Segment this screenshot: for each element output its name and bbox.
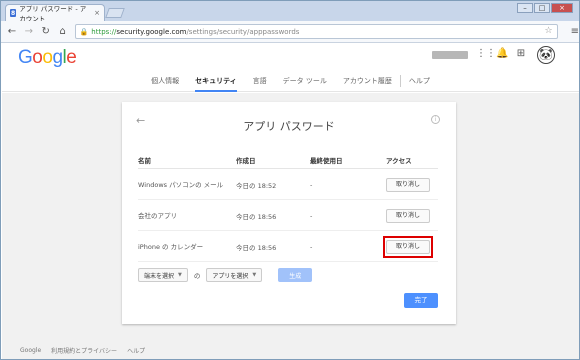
tab-strip: 8 アプリ パスワード - アカウント × – □ × (1, 1, 579, 23)
column-created: 作成日 (236, 157, 256, 165)
dropdown-caret-icon: ▼ (178, 272, 182, 278)
row-name: Windows パソコンの メール (138, 181, 224, 189)
generate-controls: 端末を選択 ▼ の アプリを選択 ▼ 生成 (138, 268, 313, 282)
row-name: iPhone の カレンダー (138, 243, 204, 251)
nav-help[interactable]: ヘルプ (401, 74, 438, 92)
header-icons: ⋮⋮ 🔔 ⊞ (476, 48, 526, 59)
row-created: 今日の 18:56 (236, 213, 277, 221)
window-close-icon[interactable]: × (551, 3, 573, 13)
nav-security[interactable]: セキュリティ (187, 74, 245, 92)
footer-google[interactable]: Google (20, 347, 41, 354)
google-logo[interactable]: Google (18, 47, 77, 69)
card-title: アプリ パスワード (243, 120, 335, 133)
row-name: 会社のアプリ (138, 212, 177, 220)
main-content: ← アプリ パスワード i 名前 作成日 最終使用日 アクセス Windows … (2, 93, 579, 341)
column-last-used: 最終使用日 (310, 157, 343, 165)
browser-tab[interactable]: 8 アプリ パスワード - アカウント × (5, 4, 105, 23)
row-created: 今日の 18:56 (236, 244, 277, 252)
nav-account-history[interactable]: アカウント履歴 (335, 74, 400, 92)
nav-language[interactable]: 言語 (245, 74, 275, 92)
row-last-used: - (310, 212, 313, 220)
account-nav: 個人情報 セキュリティ 言語 データ ツール アカウント履歴 ヘルプ (2, 74, 579, 92)
forward-arrow-icon[interactable]: → (24, 26, 34, 37)
nav-personal-info[interactable]: 個人情報 (143, 74, 187, 92)
table-row: iPhone の カレンダー 今日の 18:56 - 取り消し (138, 232, 438, 262)
address-bar[interactable]: 🔒 https://security.google.com/settings/s… (74, 24, 558, 39)
app-passwords-card: ← アプリ パスワード i 名前 作成日 最終使用日 アクセス Windows … (122, 102, 456, 324)
row-last-used: - (310, 181, 313, 189)
back-arrow-icon[interactable]: ← (7, 26, 17, 37)
app-select[interactable]: アプリを選択 ▼ (206, 268, 263, 282)
revoke-button[interactable]: 取り消し (386, 209, 430, 223)
url-path: /settings/security/apppasswords (186, 27, 300, 36)
generate-button[interactable]: 生成 (278, 268, 313, 282)
info-icon[interactable]: i (431, 115, 440, 124)
notifications-bell-icon[interactable]: 🔔 (496, 48, 508, 59)
device-select[interactable]: 端末を選択 ▼ (138, 268, 188, 282)
window-controls: – □ × (517, 3, 573, 13)
column-name: 名前 (138, 157, 151, 165)
footer-help[interactable]: ヘルプ (127, 346, 145, 355)
account-email-placeholder (432, 51, 468, 59)
chrome-menu-icon[interactable]: ≡ (571, 26, 579, 37)
dropdown-caret-icon: ▼ (252, 272, 257, 278)
row-created: 今日の 18:52 (236, 182, 277, 190)
browser-toolbar: ← → ↻ ⌂ 🔒 https://security.google.com/se… (1, 21, 579, 43)
tab-title: アプリ パスワード - アカウント (19, 5, 87, 23)
home-icon[interactable]: ⌂ (58, 26, 68, 37)
column-access: アクセス (386, 157, 412, 165)
done-button[interactable]: 完了 (404, 293, 438, 308)
table-row: 会社のアプリ 今日の 18:56 - 取り消し (138, 201, 438, 231)
tab-close-icon[interactable]: × (94, 9, 100, 17)
url-scheme: https:// (91, 27, 117, 36)
reload-icon[interactable]: ↻ (41, 26, 51, 37)
url-host: security.google.com (116, 27, 187, 36)
bookmark-star-icon[interactable]: ☆ (545, 26, 553, 36)
of-label: の (193, 272, 201, 280)
new-tab-button[interactable] (105, 8, 125, 18)
maximize-icon[interactable]: □ (534, 3, 550, 13)
revoke-button[interactable]: 取り消し (386, 178, 430, 192)
apps-grid-icon[interactable]: ⋮⋮ (476, 48, 496, 59)
footer-terms-privacy[interactable]: 利用規約とプライバシー (51, 346, 117, 355)
minimize-icon[interactable]: – (517, 3, 533, 13)
avatar[interactable]: 🐼 (537, 46, 555, 64)
highlight-box (383, 236, 433, 258)
footer: Google 利用規約とプライバシー ヘルプ (2, 341, 579, 359)
table-row: Windows パソコンの メール 今日の 18:52 - 取り消し (138, 170, 438, 200)
browser-window: 8 アプリ パスワード - アカウント × – □ × ← → ↻ ⌂ 🔒 ht… (0, 0, 580, 360)
table-header: 名前 作成日 最終使用日 アクセス (138, 155, 438, 169)
nav-data-tools[interactable]: データ ツール (275, 74, 335, 92)
share-plus-icon[interactable]: ⊞ (516, 48, 526, 59)
google-header: Google ⋮⋮ 🔔 ⊞ 🐼 個人情報 セキュリティ 言語 データ ツール ア… (2, 44, 579, 92)
lock-icon: 🔒 (79, 27, 89, 36)
row-last-used: - (310, 243, 313, 251)
google-favicon-icon: 8 (10, 9, 17, 17)
